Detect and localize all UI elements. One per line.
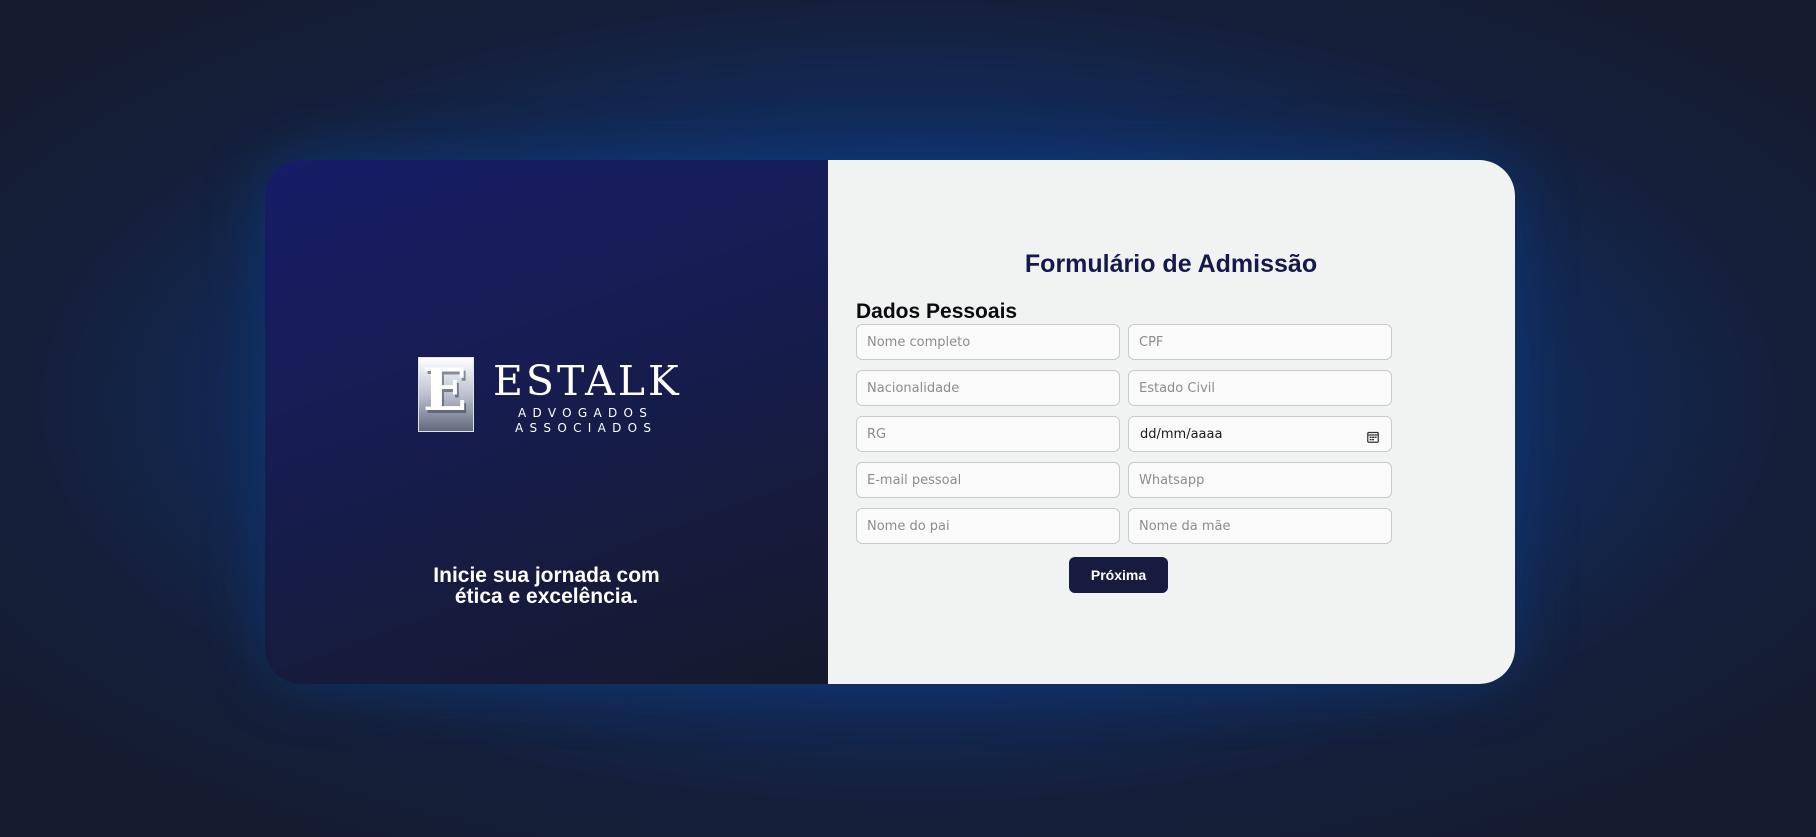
mother-name-field-wrapper (1128, 508, 1392, 544)
nationality-input[interactable] (857, 371, 1119, 405)
brand-subtitle-line2: ASSOCIADOS (515, 421, 658, 435)
mother-name-input[interactable] (1129, 509, 1391, 543)
marital-status-input[interactable] (1129, 371, 1391, 405)
rg-input[interactable] (857, 417, 1119, 451)
birth-date-display: dd/mm/aaaa (1140, 427, 1223, 442)
personal-email-input[interactable] (857, 463, 1119, 497)
nationality-field-wrapper (856, 370, 1120, 406)
form-title: Formulário de Admissão (1024, 250, 1318, 278)
form-panel: Formulário de Admissão Dados Pessoais dd… (828, 160, 1515, 684)
tagline-line1: Inicie sua jornada com (433, 564, 660, 587)
full-name-input[interactable] (857, 325, 1119, 359)
marital-status-field-wrapper (1128, 370, 1392, 406)
logo-mark-icon: E E (418, 357, 474, 432)
estalk-logo: E E ESTALK ADVOGADOS ASSOCIADOS (418, 357, 679, 437)
cpf-input[interactable] (1129, 325, 1391, 359)
personal-data-grid: dd/mm/aaaa (856, 324, 1392, 544)
rg-field-wrapper (856, 416, 1120, 452)
tagline: Inicie sua jornada com ética e excelênci… (265, 565, 828, 607)
brand-panel: E E ESTALK ADVOGADOS ASSOCIADOS Inicie s… (265, 160, 828, 684)
whatsapp-input[interactable] (1129, 463, 1391, 497)
next-button[interactable]: Próxima (1069, 557, 1168, 593)
logo-letter: E (423, 358, 467, 424)
father-name-input[interactable] (857, 509, 1119, 543)
brand-name: ESTALK (493, 357, 682, 405)
section-title-personal-data: Dados Pessoais (856, 300, 1018, 323)
whatsapp-field-wrapper (1128, 462, 1392, 498)
tagline-line2: ética e excelência. (454, 585, 639, 608)
cpf-field-wrapper (1128, 324, 1392, 360)
brand-subtitle-line1: ADVOGADOS (518, 406, 654, 420)
father-name-field-wrapper (856, 508, 1120, 544)
birth-date-input[interactable]: dd/mm/aaaa (1128, 416, 1392, 452)
personal-email-field-wrapper (856, 462, 1120, 498)
full-name-field-wrapper (856, 324, 1120, 360)
admission-card: E E ESTALK ADVOGADOS ASSOCIADOS Inicie s… (265, 160, 1515, 684)
calendar-icon[interactable] (1367, 428, 1379, 443)
